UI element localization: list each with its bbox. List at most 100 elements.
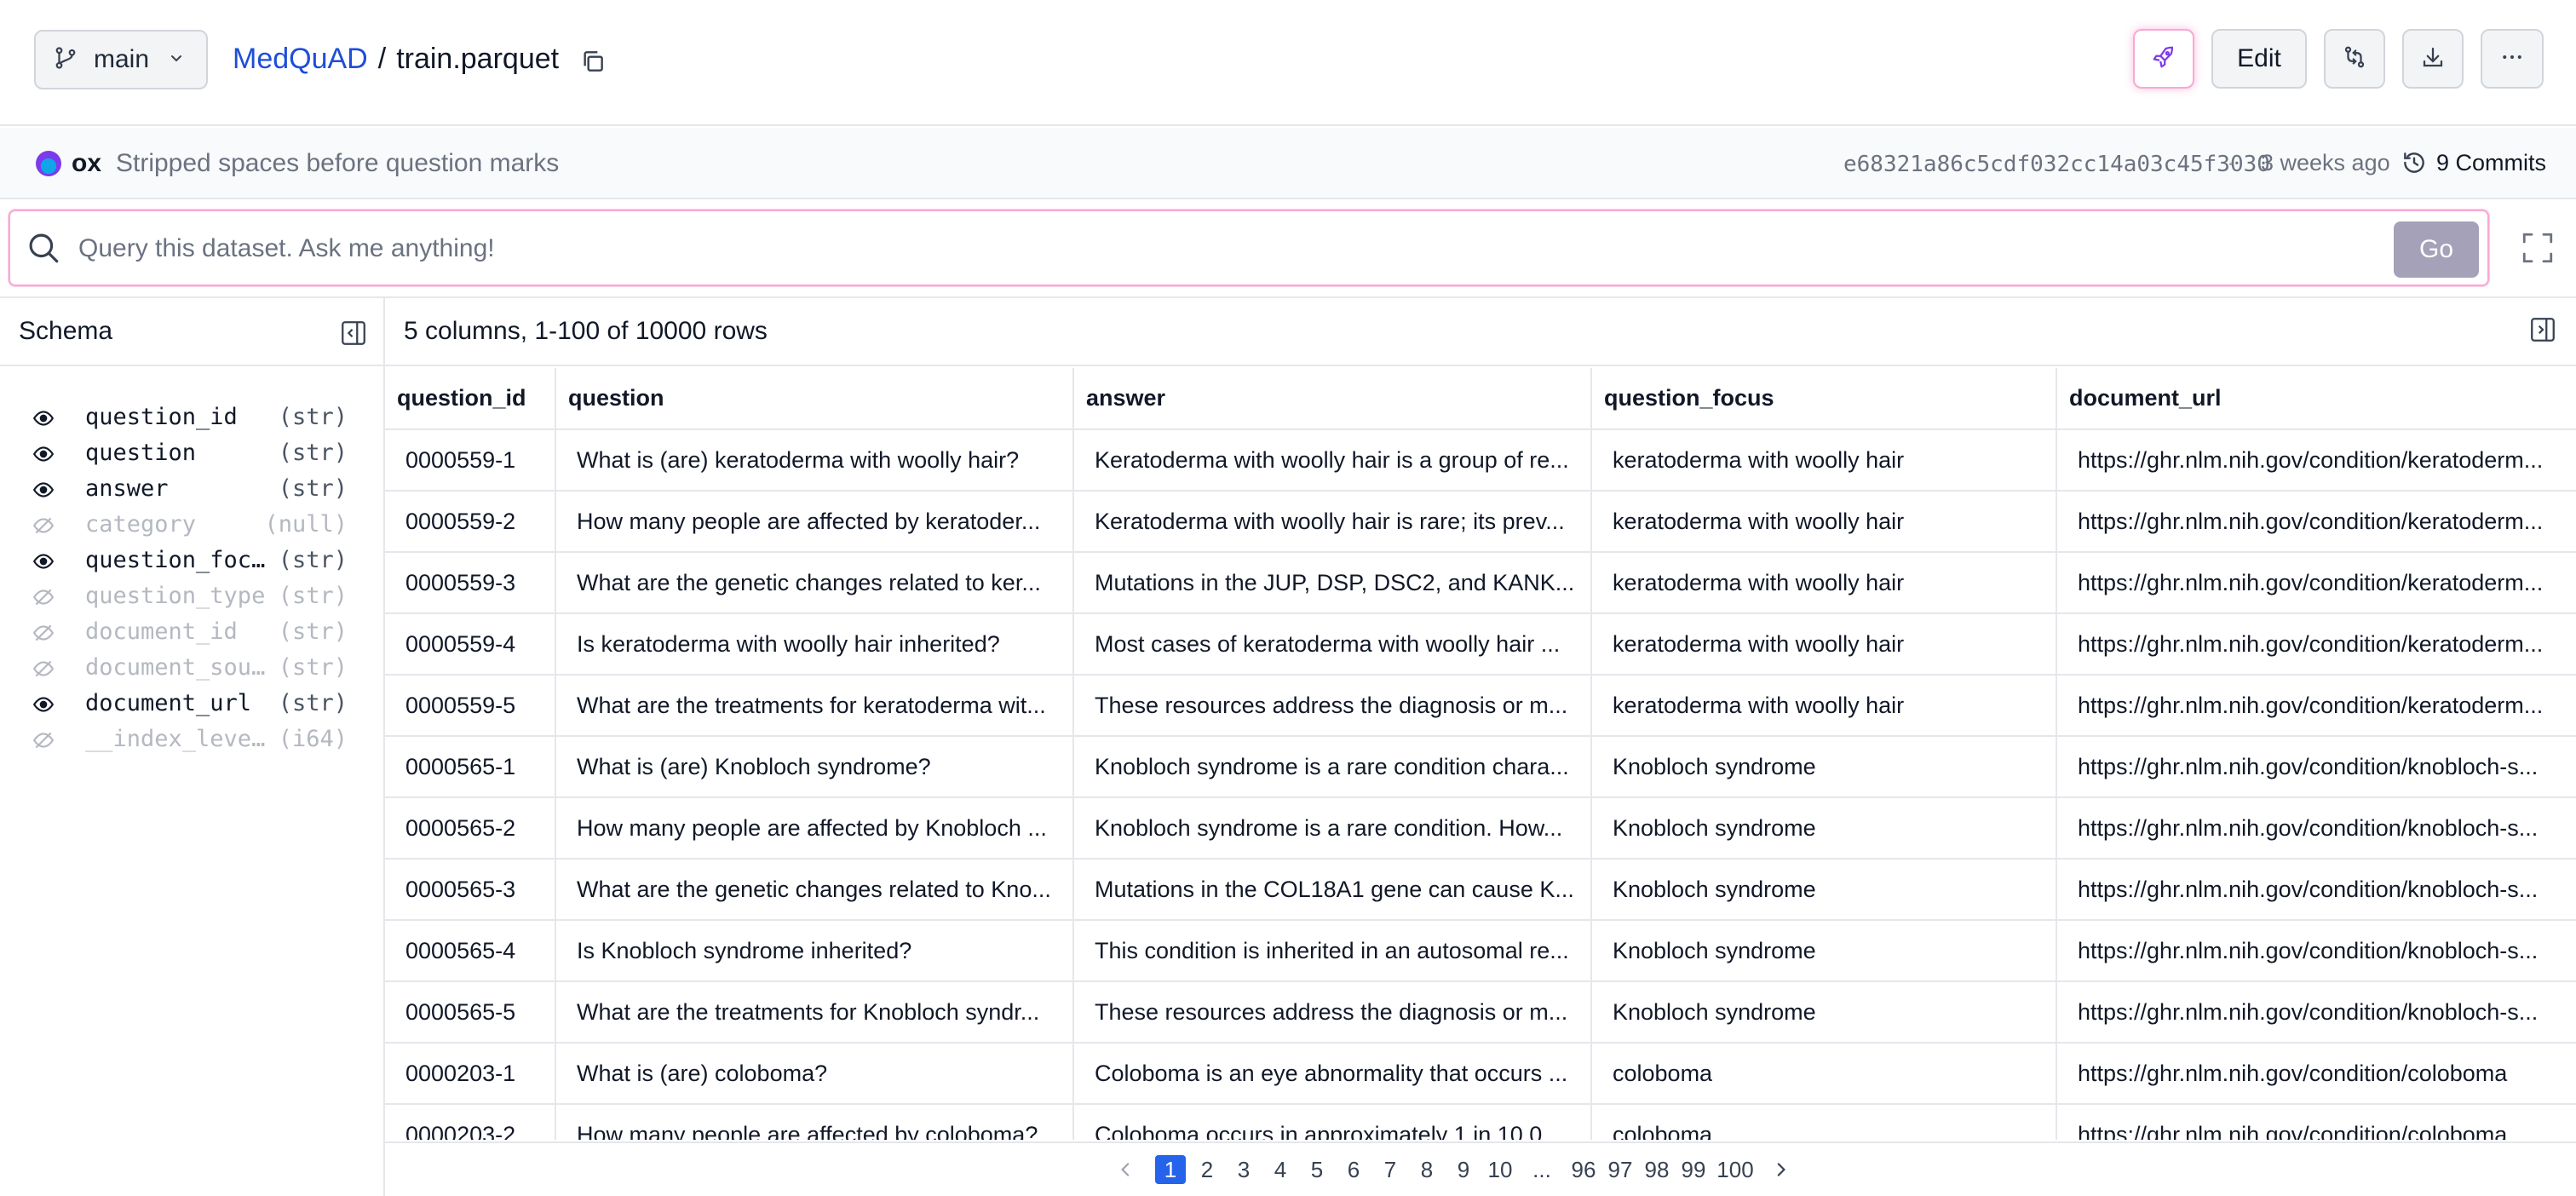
schema-field[interactable]: __index_level… (i64) [0, 722, 383, 758]
table-row[interactable]: 0000565-2 How many people are affected by… [385, 797, 2576, 860]
eye-off-icon[interactable] [32, 622, 55, 648]
page-number[interactable]: 5 [1302, 1155, 1332, 1184]
eye-off-icon[interactable] [32, 658, 55, 684]
table-cell[interactable]: Most cases of keratoderma with woolly ha… [1073, 613, 1592, 676]
table-cell[interactable]: Keratoderma with woolly hair is rare; it… [1073, 491, 1592, 553]
table-cell[interactable]: Coloboma occurs in approximately 1 in 10… [1073, 1104, 1592, 1140]
compare-button[interactable] [2324, 29, 2385, 89]
table-row[interactable]: 0000559-1 What is (are) keratoderma with … [385, 429, 2576, 492]
table-cell[interactable]: What is (are) Knobloch syndrome? [555, 736, 1074, 798]
table-cell[interactable]: 0000559-5 [385, 675, 556, 737]
table-row[interactable]: 0000565-4 Is Knobloch syndrome inherited?… [385, 920, 2576, 982]
page-number[interactable]: 98 [1642, 1155, 1672, 1184]
schema-field[interactable]: document_url (str) [0, 687, 383, 722]
table-cell[interactable]: 0000203-2 [385, 1104, 556, 1140]
schema-field[interactable]: question (str) [0, 436, 383, 472]
schema-field[interactable]: category (null) [0, 508, 383, 543]
eye-icon[interactable] [32, 693, 55, 720]
table-cell[interactable]: 0000559-2 [385, 491, 556, 553]
page-number[interactable]: 8 [1412, 1155, 1442, 1184]
table-row[interactable]: 0000565-5 What are the treatments for Kno… [385, 981, 2576, 1044]
table-cell[interactable]: What are the treatments for keratoderma … [555, 675, 1074, 737]
table-cell[interactable]: https://ghr.nlm.nih.gov/condition/knoblo… [2056, 797, 2576, 860]
table-cell[interactable]: Mutations in the COL18A1 gene can cause … [1073, 859, 1592, 921]
fullscreen-icon[interactable] [2520, 230, 2556, 270]
page-number[interactable]: 97 [1605, 1155, 1636, 1184]
table-cell[interactable]: Knobloch syndrome [1591, 797, 2057, 860]
table-cell[interactable]: This condition is inherited in an autoso… [1073, 920, 1592, 982]
table-cell[interactable]: Knobloch syndrome is a rare condition. H… [1073, 797, 1592, 860]
table-cell[interactable]: Coloboma is an eye abnormality that occu… [1073, 1043, 1592, 1105]
table-cell[interactable]: What are the treatments for Knobloch syn… [555, 981, 1074, 1044]
table-cell[interactable]: https://ghr.nlm.nih.gov/condition/colobo… [2056, 1043, 2576, 1105]
eye-off-icon[interactable] [32, 729, 55, 756]
schema-field[interactable]: document_id (str) [0, 615, 383, 651]
commits-link[interactable]: 9 Commits [2436, 150, 2546, 176]
table-cell[interactable]: keratoderma with woolly hair [1591, 613, 2057, 676]
table-cell[interactable]: What is (are) coloboma? [555, 1043, 1074, 1105]
column-header[interactable]: question_focus [1591, 368, 2057, 430]
table-cell[interactable]: https://ghr.nlm.nih.gov/condition/kerato… [2056, 552, 2576, 614]
more-button[interactable] [2481, 29, 2544, 89]
table-cell[interactable]: keratoderma with woolly hair [1591, 491, 2057, 553]
page-number[interactable]: 100 [1715, 1155, 1756, 1184]
page-number[interactable]: 10 [1485, 1155, 1515, 1184]
table-cell[interactable]: These resources address the diagnosis or… [1073, 675, 1592, 737]
table-cell[interactable]: keratoderma with woolly hair [1591, 429, 2057, 492]
page-number[interactable]: 9 [1448, 1155, 1479, 1184]
table-cell[interactable]: 0000565-1 [385, 736, 556, 798]
table-row[interactable]: 0000203-1 What is (are) coloboma? Coloboma… [385, 1043, 2576, 1105]
table-cell[interactable]: coloboma [1591, 1104, 2057, 1140]
table-cell[interactable]: What are the genetic changes related to … [555, 859, 1074, 921]
query-input[interactable] [78, 230, 2378, 267]
table-cell[interactable]: Knobloch syndrome [1591, 920, 2057, 982]
chevron-right-icon[interactable] [1768, 1155, 1792, 1184]
download-button[interactable] [2402, 29, 2464, 89]
table-row[interactable]: 0000565-3 What are the genetic changes re… [385, 859, 2576, 921]
page-number[interactable]: 99 [1678, 1155, 1709, 1184]
table-row[interactable]: 0000559-5 What are the treatments for ker… [385, 675, 2576, 737]
page-number[interactable]: 6 [1338, 1155, 1369, 1184]
deploy-button[interactable] [2133, 29, 2194, 89]
eye-off-icon[interactable] [32, 586, 55, 612]
chevron-left-icon[interactable] [1114, 1155, 1138, 1184]
table-cell[interactable]: https://ghr.nlm.nih.gov/condition/colobo… [2056, 1104, 2576, 1140]
table-cell[interactable]: https://ghr.nlm.nih.gov/condition/knoblo… [2056, 920, 2576, 982]
schema-field[interactable]: answer (str) [0, 472, 383, 508]
table-cell[interactable]: What is (are) keratoderma with woolly ha… [555, 429, 1074, 492]
schema-field[interactable]: question_focus (str) [0, 543, 383, 579]
panel-icon[interactable] [2528, 315, 2557, 348]
table-cell[interactable]: Mutations in the JUP, DSP, DSC2, and KAN… [1073, 552, 1592, 614]
table-cell[interactable]: Knobloch syndrome [1591, 981, 2057, 1044]
page-number[interactable]: 2 [1192, 1155, 1222, 1184]
column-header[interactable]: answer [1073, 368, 1592, 430]
page-number[interactable]: 96 [1568, 1155, 1599, 1184]
eye-off-icon[interactable] [32, 515, 55, 541]
table-row[interactable]: 0000559-3 What are the genetic changes re… [385, 552, 2576, 614]
repo-link[interactable]: MedQuAD [233, 43, 368, 76]
table-cell[interactable]: Knobloch syndrome [1591, 859, 2057, 921]
page-number[interactable]: 3 [1228, 1155, 1259, 1184]
schema-field[interactable]: document_sour… (str) [0, 651, 383, 687]
commit-hash[interactable]: e68321a86c5cdf032cc14a03c45f3030 [1843, 152, 2270, 177]
table-cell[interactable]: https://ghr.nlm.nih.gov/condition/knoblo… [2056, 981, 2576, 1044]
table-cell[interactable]: https://ghr.nlm.nih.gov/condition/kerato… [2056, 613, 2576, 676]
table-cell[interactable]: 0000565-3 [385, 859, 556, 921]
table-row[interactable]: 0000203-2 How many people are affected by… [385, 1104, 2576, 1140]
table-cell[interactable]: keratoderma with woolly hair [1591, 552, 2057, 614]
eye-icon[interactable] [32, 479, 55, 505]
table-cell[interactable]: How many people are affected by Knobloch… [555, 797, 1074, 860]
table-cell[interactable]: https://ghr.nlm.nih.gov/condition/kerato… [2056, 491, 2576, 553]
copy-icon[interactable] [579, 48, 607, 79]
table-cell[interactable]: 0000565-4 [385, 920, 556, 982]
table-cell[interactable]: What are the genetic changes related to … [555, 552, 1074, 614]
table-cell[interactable]: Is keratoderma with woolly hair inherite… [555, 613, 1074, 676]
table-cell[interactable]: How many people are affected by coloboma… [555, 1104, 1074, 1140]
table-cell[interactable]: Keratoderma with woolly hair is a group … [1073, 429, 1592, 492]
table-cell[interactable]: https://ghr.nlm.nih.gov/condition/kerato… [2056, 429, 2576, 492]
table-cell[interactable]: Is Knobloch syndrome inherited? [555, 920, 1074, 982]
table-cell[interactable]: 0000559-4 [385, 613, 556, 676]
page-number[interactable]: 1 [1155, 1155, 1186, 1184]
column-header[interactable]: question [555, 368, 1074, 430]
table-cell[interactable]: Knobloch syndrome is a rare condition ch… [1073, 736, 1592, 798]
